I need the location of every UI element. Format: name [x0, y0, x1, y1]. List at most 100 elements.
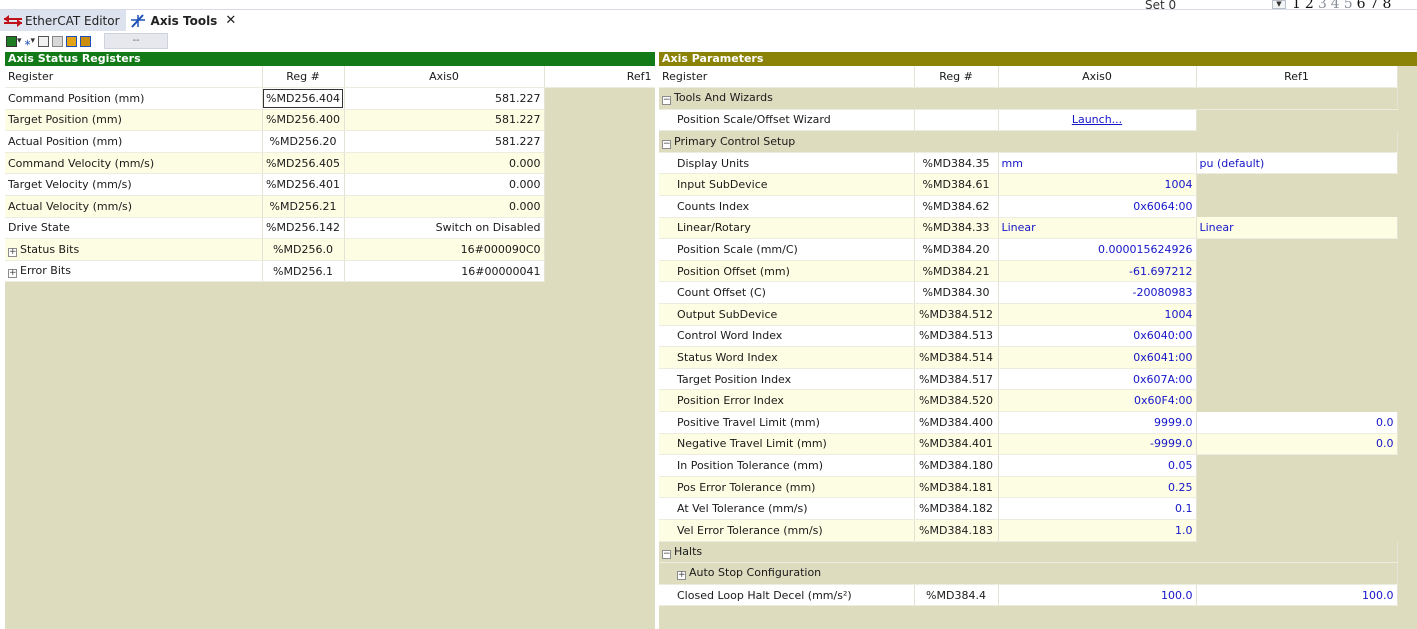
table-row[interactable]: Actual Velocity (mm/s) %MD256.21 0.000	[5, 195, 655, 218]
page-2-link[interactable]: 2	[1305, 0, 1315, 12]
axis0-value-cell[interactable]: 1.0	[998, 519, 1197, 542]
ref1-value-cell[interactable]: Linear	[1196, 217, 1398, 240]
reg-number-cell[interactable]: %MD256.0	[262, 238, 345, 261]
copy-button[interactable]	[38, 34, 50, 48]
table-row[interactable]: Position Error Index %MD384.520 0x60F4:00	[659, 389, 1397, 412]
axis0-value-cell[interactable]: 0.000015624926	[998, 238, 1197, 261]
toolbar-value-field[interactable]: --	[104, 33, 169, 49]
page-8-link[interactable]: 8	[1382, 0, 1392, 12]
axis0-value-cell[interactable]: 1004	[998, 303, 1197, 326]
page-3-link[interactable]: 3	[1318, 0, 1328, 12]
table-row[interactable]: Display Units %MD384.35 mm pu (default)	[659, 152, 1398, 175]
axis0-value-cell[interactable]: Linear	[998, 217, 1197, 240]
page-5-link[interactable]: 5	[1344, 0, 1354, 12]
ref1-value-cell[interactable]: 0.0	[1196, 411, 1398, 434]
ref1-value-cell[interactable]: 0.0	[1196, 433, 1398, 456]
table-row[interactable]: Target Position (mm) %MD256.400 581.227	[5, 109, 655, 132]
set-dropdown-button[interactable]: ▼	[1272, 0, 1286, 9]
reg-number-cell[interactable]: %MD256.400	[262, 109, 345, 132]
axis0-value-cell[interactable]: mm	[998, 152, 1197, 175]
axis0-value-cell[interactable]: -20080983	[998, 281, 1197, 305]
launch-wizard-cell[interactable]: Launch...	[998, 109, 1197, 132]
list-view-button[interactable]	[52, 34, 64, 48]
table-row[interactable]: Target Position Index %MD384.517 0x607A:00	[659, 368, 1397, 391]
page-1-link[interactable]: 1	[1292, 0, 1302, 12]
table-row[interactable]: Positive Travel Limit (mm) %MD384.400 9999…	[659, 411, 1398, 434]
expand-icon[interactable]: +	[677, 571, 686, 581]
axis0-value-cell[interactable]: 100.0	[998, 584, 1197, 607]
auto-stop-row[interactable]: + Auto Stop Configuration	[659, 562, 1398, 585]
axis0-value-cell[interactable]: 1004	[998, 173, 1197, 197]
axis0-value-cell[interactable]: 0.05	[998, 454, 1197, 477]
table-row[interactable]: At Vel Tolerance (mm/s) %MD384.182 0.1	[659, 497, 1397, 520]
close-tab-icon[interactable]: ✕	[225, 13, 236, 28]
page-4-link[interactable]: 4	[1331, 0, 1341, 12]
axis0-value-cell[interactable]: 0x6040:00	[998, 325, 1197, 348]
upload-button[interactable]	[66, 34, 78, 48]
section-primary-control-setup[interactable]: − Primary Control Setup	[659, 130, 1398, 153]
axis0-value-cell[interactable]: 0x6041:00	[998, 346, 1197, 369]
table-row[interactable]: Command Position (mm) %MD256.404 581.227	[5, 87, 655, 110]
axis0-value-cell[interactable]: 0x60F4:00	[998, 389, 1197, 412]
table-row[interactable]: Linear/Rotary %MD384.33 Linear Linear	[659, 217, 1398, 240]
table-row[interactable]: Position Scale (mm/C) %MD384.20 0.00001562…	[659, 238, 1397, 261]
collapse-icon[interactable]: −	[662, 549, 671, 559]
download-button[interactable]	[80, 34, 92, 48]
collapse-icon[interactable]: −	[662, 139, 671, 149]
table-row[interactable]: Pos Error Tolerance (mm) %MD384.181 0.25	[659, 476, 1397, 499]
axis0-value-cell[interactable]: 0x6064:00	[998, 195, 1197, 218]
axis-tools-icon	[130, 13, 148, 28]
axis0-value-cell[interactable]: 0x607A:00	[998, 368, 1197, 391]
axis0-value-cell[interactable]: 9999.0	[998, 411, 1197, 434]
tab-ethercat-editor[interactable]: EtherCAT Editor	[0, 10, 126, 31]
tab-strip: Set 0 ▼ 12345678 EtherCAT Editor Axis To…	[0, 0, 1417, 31]
axis0-value-cell[interactable]: 0.1	[998, 497, 1197, 520]
reg-number-cell[interactable]: %MD256.1	[262, 260, 345, 283]
axis-dropdown-button[interactable]: ⁎ ▾	[25, 34, 36, 48]
table-row[interactable]: Input SubDevice %MD384.61 1004	[659, 173, 1397, 197]
page-6-link[interactable]: 6	[1357, 0, 1367, 12]
reg-number-cell[interactable]: %MD256.401	[262, 173, 345, 197]
table-row[interactable]: In Position Tolerance (mm) %MD384.180 0.05	[659, 454, 1397, 477]
reg-number-cell[interactable]: %MD256.404	[262, 87, 345, 110]
table-row[interactable]: Vel Error Tolerance (mm/s) %MD384.183 1.0	[659, 519, 1397, 542]
axis0-value: 1004	[1164, 307, 1193, 321]
axis0-value-cell[interactable]: -9999.0	[998, 433, 1197, 456]
reg-number-cell[interactable]: %MD256.21	[262, 195, 345, 218]
axis0-value-cell[interactable]: 0.25	[998, 476, 1197, 499]
table-row[interactable]: Target Velocity (mm/s) %MD256.401 0.000	[5, 173, 655, 197]
reg-number-cell: %MD384.182	[914, 497, 999, 520]
table-row[interactable]: Control Word Index %MD384.513 0x6040:00	[659, 325, 1397, 348]
table-row[interactable]: Negative Travel Limit (mm) %MD384.401 -999…	[659, 433, 1398, 456]
page-7-link[interactable]: 7	[1370, 0, 1380, 12]
table-row[interactable]: Counts Index %MD384.62 0x6064:00	[659, 195, 1397, 218]
table-row[interactable]: + Status Bits %MD256.0 16#000090C0	[5, 238, 655, 261]
table-row[interactable]: Position Offset (mm) %MD384.21 -61.697212	[659, 260, 1397, 283]
table-row[interactable]: Drive State %MD256.142 Switch on Disabled	[5, 217, 655, 240]
axis0-value: 0x6040:00	[1133, 329, 1193, 343]
ref1-value-cell[interactable]: 100.0	[1196, 584, 1398, 607]
reg-number-cell[interactable]: %MD256.405	[262, 152, 345, 175]
table-row[interactable]: + Error Bits %MD256.1 16#00000041	[5, 260, 655, 283]
ref1-value-cell[interactable]: pu (default)	[1196, 152, 1398, 175]
layout-dropdown-button[interactable]: ▾	[6, 34, 22, 48]
tab-axis-tools[interactable]: Axis Tools ✕	[125, 10, 243, 31]
section-halts[interactable]: − Halts	[659, 541, 1398, 564]
section-tools-and-wizards[interactable]: − Tools And Wizards	[659, 87, 1398, 110]
table-row[interactable]: Status Word Index %MD384.514 0x6041:00	[659, 346, 1397, 369]
reg-number-cell[interactable]: %MD256.142	[262, 217, 345, 240]
expand-icon[interactable]: +	[8, 269, 17, 279]
table-row[interactable]: Position Scale/Offset Wizard Launch...	[659, 109, 1397, 132]
table-row[interactable]: Actual Position (mm) %MD256.20 581.227	[5, 130, 655, 153]
table-row[interactable]: Command Velocity (mm/s) %MD256.405 0.000	[5, 152, 655, 175]
table-row[interactable]: Output SubDevice %MD384.512 1004	[659, 303, 1397, 326]
table-row[interactable]: Count Offset (C) %MD384.30 -20080983	[659, 281, 1397, 305]
reg-number-cell[interactable]: %MD256.20	[262, 130, 345, 153]
collapse-icon[interactable]: −	[662, 96, 671, 106]
table-row[interactable]: Closed Loop Halt Decel (mm/s²) %MD384.4 10…	[659, 584, 1398, 607]
expand-icon[interactable]: +	[8, 247, 17, 257]
axis0-value-cell[interactable]: -61.697212	[998, 260, 1197, 283]
set-selector-label[interactable]: Set 0	[1145, 0, 1176, 12]
axis0-value-cell: Switch on Disabled	[344, 217, 545, 240]
launch-wizard-link[interactable]: Launch...	[1072, 113, 1122, 126]
